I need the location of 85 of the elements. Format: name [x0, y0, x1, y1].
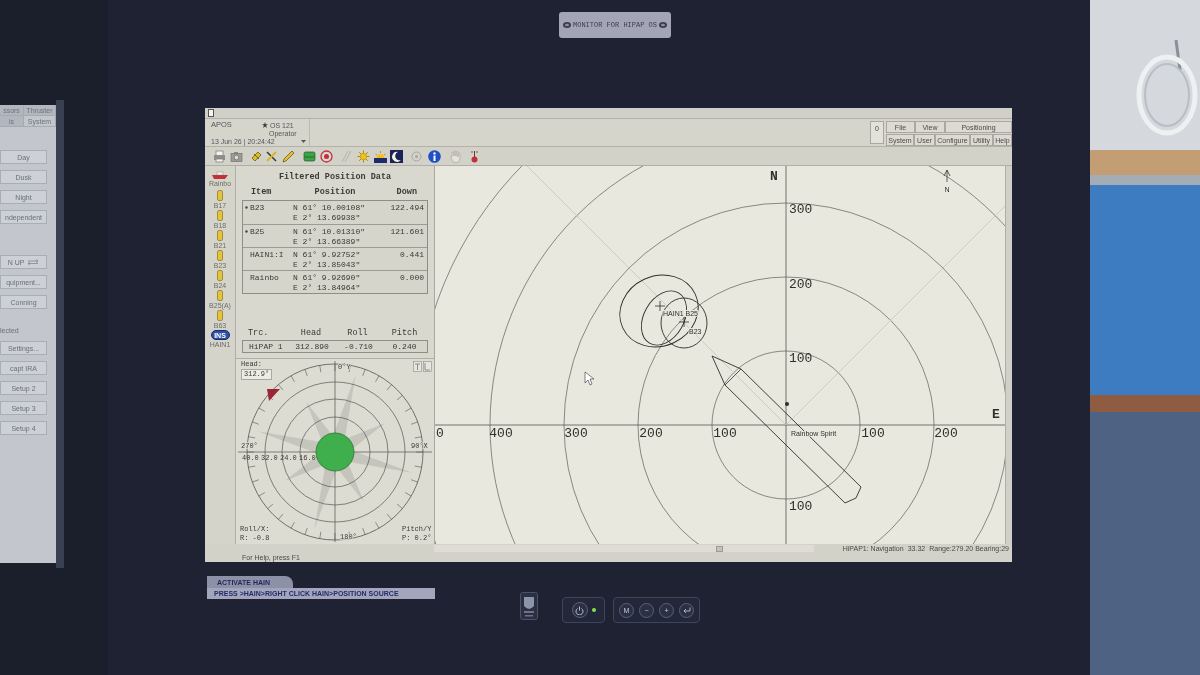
scroll-thumb[interactable]: [716, 545, 723, 552]
range-label: 0: [436, 426, 444, 442]
transponder-icon[interactable]: [217, 189, 223, 201]
column-header: Pitch: [391, 328, 418, 338]
latitude-cell-text: N 61° 10.00108": [293, 203, 366, 213]
drive-icon[interactable]: [303, 149, 316, 163]
range-label: 300: [564, 426, 588, 442]
north-label: N: [770, 169, 778, 185]
window-icon: [208, 109, 214, 117]
sunset-icon[interactable]: [374, 149, 387, 163]
longitude-cell-text: E 2° 13.69938": [293, 213, 362, 223]
depth-cell: 0.441: [400, 250, 424, 259]
transponder-icon[interactable]: [217, 229, 223, 241]
transponder-icon[interactable]: [217, 249, 223, 261]
crest-logo-icon: [520, 592, 538, 620]
transponder-icon[interactable]: [217, 309, 223, 321]
range-label: 200: [789, 277, 813, 293]
item-cell: B25: [250, 227, 265, 236]
horizontal-scrollbar[interactable]: [434, 545, 814, 552]
attitude-cell: 312.890: [295, 341, 329, 351]
target-icon[interactable]: [320, 149, 333, 163]
power-icon: [575, 605, 584, 615]
range-label: 100: [789, 351, 813, 367]
printer-icon[interactable]: [213, 149, 226, 163]
enter-icon: [682, 606, 691, 614]
column-header: Position: [313, 187, 357, 197]
star-icon: [262, 122, 268, 128]
caret-icon[interactable]: [301, 140, 306, 143]
enter-key[interactable]: [679, 602, 694, 618]
view-option-icon[interactable]: [413, 361, 422, 372]
transponder-icon[interactable]: [217, 269, 223, 281]
depth-cell: 122.494: [390, 203, 424, 212]
info-icon[interactable]: [428, 149, 441, 163]
circle-icon[interactable]: [410, 149, 423, 163]
longitude-cell-text: E 2° 13.66389": [293, 237, 362, 247]
hand-icon[interactable]: [449, 149, 462, 163]
ship-icon[interactable]: [212, 171, 228, 179]
latitude-cell-text: N 61° 9.92752": [293, 250, 362, 260]
vertical-scrollbar[interactable]: [1005, 166, 1012, 544]
column-header: Down: [395, 187, 418, 197]
reference-point-icon: [785, 402, 789, 406]
screw-icon: [563, 22, 571, 28]
north-arrow-icon: [943, 169, 951, 183]
east-label: E: [992, 407, 1000, 423]
panel-title: Filtered Position Data: [277, 172, 393, 182]
attitude-indicator: [315, 432, 355, 472]
depth-cell: 0.000: [400, 273, 424, 282]
attitude-cell: -0.710: [344, 341, 373, 351]
item-cell: HAIN1:I: [250, 250, 284, 259]
latitude-cell-text: N 61° 9.92690": [293, 273, 362, 283]
swap-arrows-icon: [27, 259, 40, 265]
range-label: 200: [639, 426, 663, 442]
range-label: 100: [789, 499, 813, 515]
ruler-icon[interactable]: [340, 149, 353, 163]
transponder-icon[interactable]: [217, 289, 223, 301]
column-header: Head: [300, 328, 322, 338]
latitude-cell-text: N 61° 10.01310": [293, 227, 366, 237]
item-cell: Rainbo: [250, 273, 279, 282]
transponder-icon[interactable]: [217, 209, 223, 221]
longitude-cell-text: E 2° 13.84964": [293, 283, 362, 293]
range-label: 100: [861, 426, 885, 442]
crossed-tools-icon[interactable]: [265, 149, 278, 163]
longitude-cell-text: E 2° 13.85043": [293, 260, 362, 270]
moon-icon[interactable]: [390, 149, 403, 163]
attitude-cell: 0.240: [392, 341, 417, 351]
column-header: Trc.: [248, 328, 269, 338]
screw-icon: [659, 22, 667, 28]
power-button[interactable]: [571, 602, 588, 618]
range-label: 400: [489, 426, 513, 442]
range-label: 300: [789, 202, 813, 218]
heading-marker-icon: [267, 389, 280, 401]
position-cross-icon: [654, 300, 666, 312]
camera-icon[interactable]: [230, 149, 243, 163]
range-label: 200: [934, 426, 958, 442]
attitude-cell: HiPAP 1: [249, 341, 283, 351]
position-cross-icon: [678, 316, 690, 328]
marker-tool-icon[interactable]: [250, 149, 263, 163]
column-header: Item: [250, 187, 273, 197]
item-cell: B23: [250, 203, 265, 212]
thermometer-icon[interactable]: [468, 149, 481, 163]
view-option-icon[interactable]: [423, 361, 432, 372]
depth-cell: 121.601: [390, 227, 424, 236]
mouse-cursor-icon: [584, 371, 595, 386]
column-header: Roll: [347, 328, 368, 338]
range-label: 100: [713, 426, 737, 442]
